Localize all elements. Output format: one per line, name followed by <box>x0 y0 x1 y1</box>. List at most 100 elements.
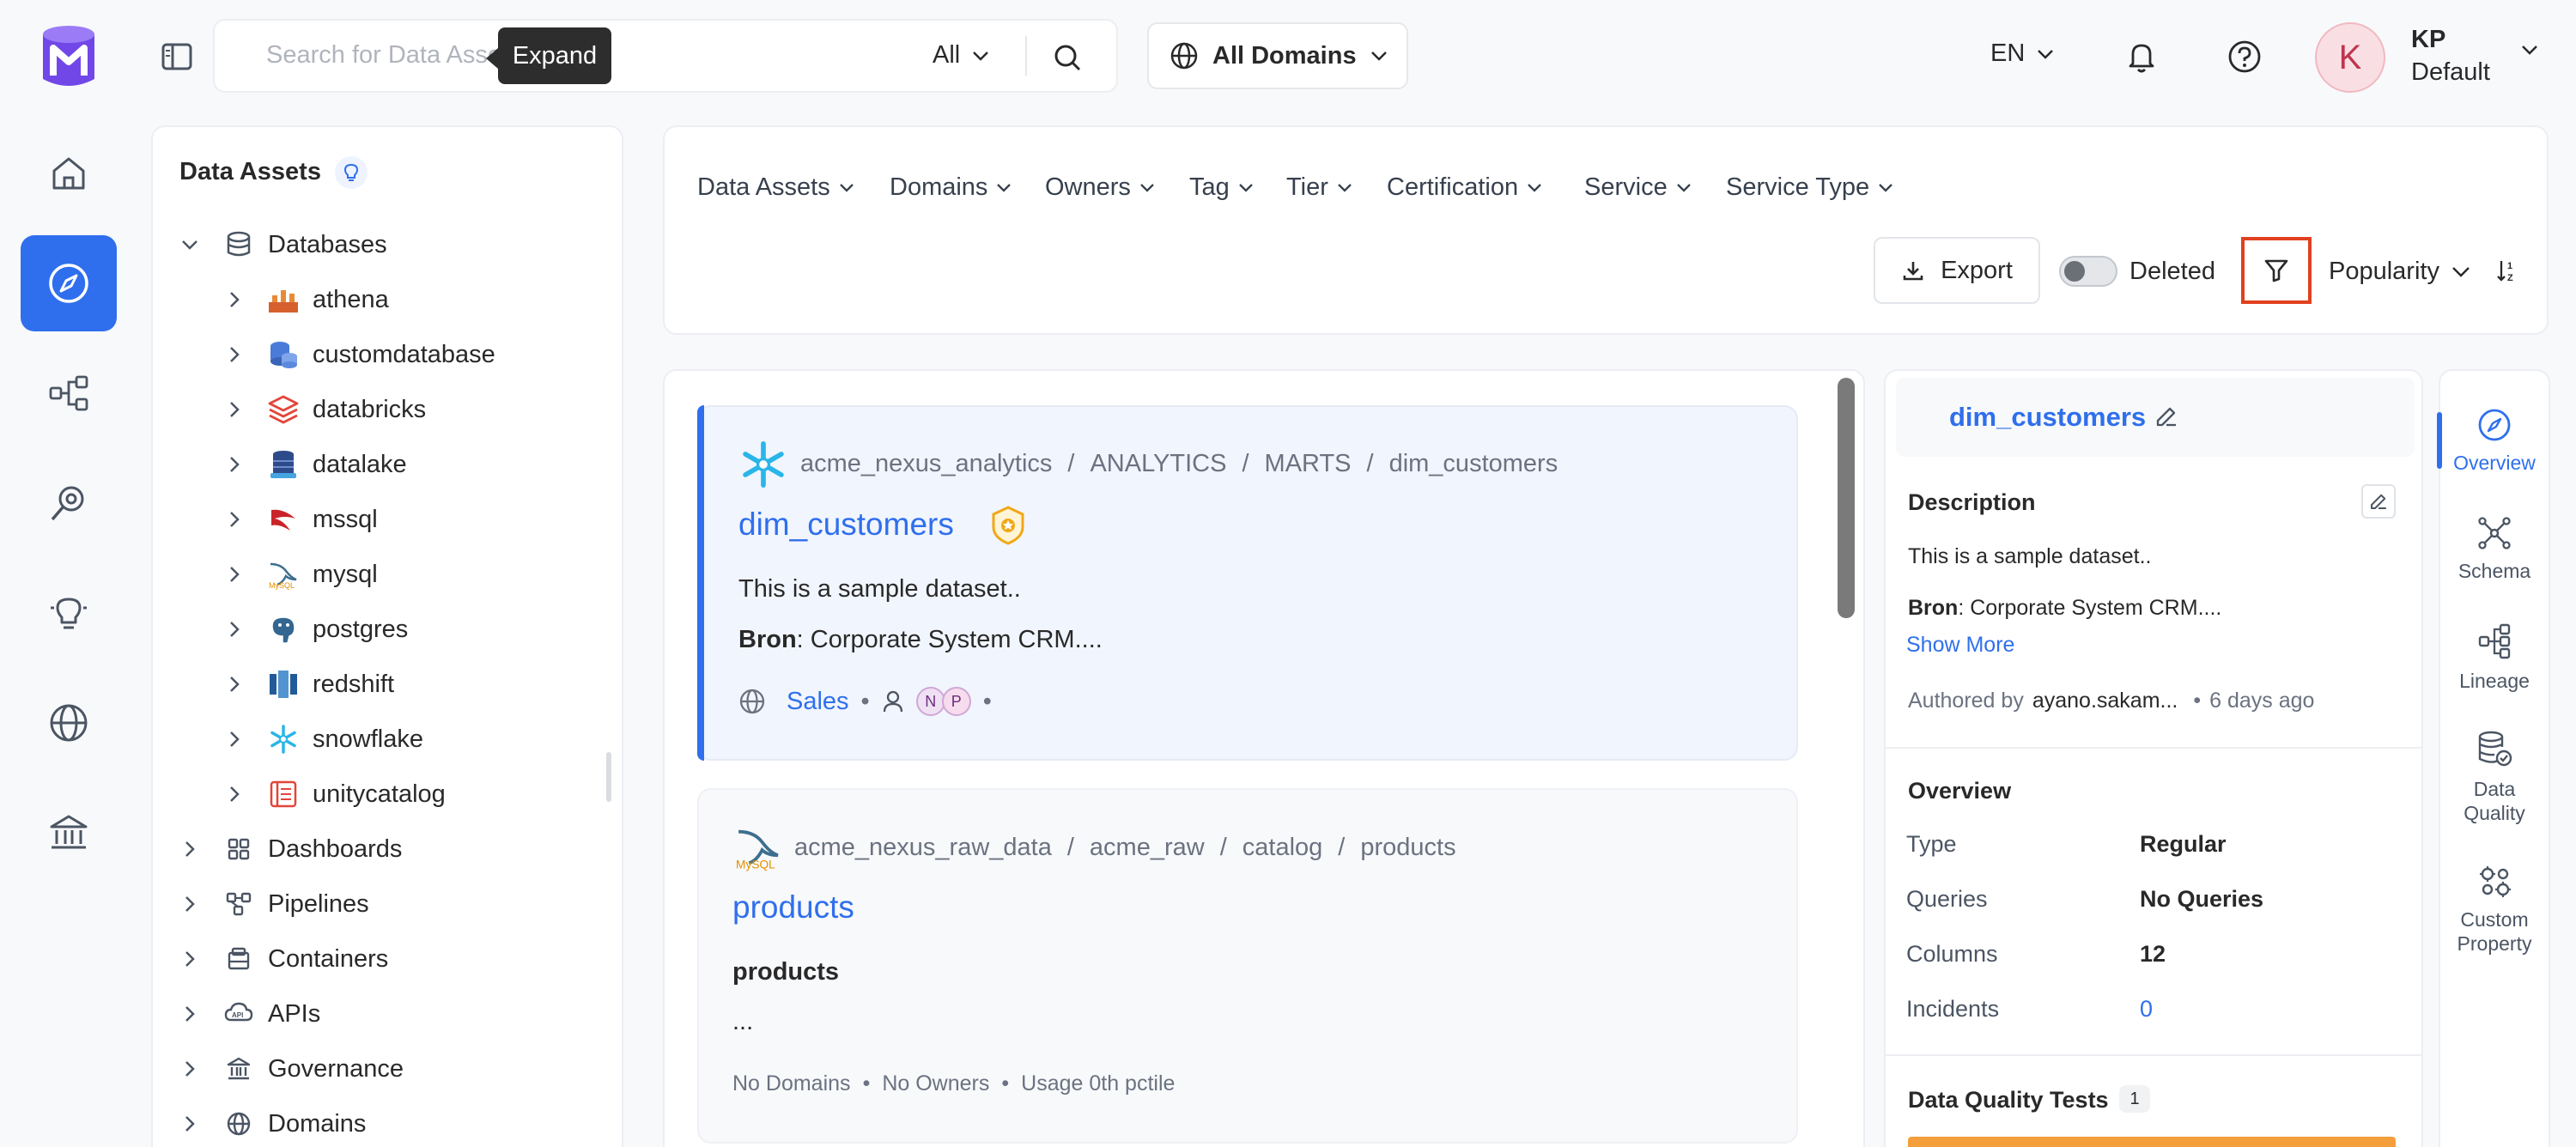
search-icon[interactable] <box>1049 39 1085 76</box>
sort-dropdown[interactable]: Popularity <box>2329 258 2470 286</box>
chevron-right-icon[interactable] <box>222 621 247 638</box>
filter-icon[interactable] <box>2241 237 2312 304</box>
chevron-right-icon[interactable] <box>222 291 247 308</box>
incidents-link[interactable]: 0 <box>2140 996 2153 1023</box>
summary-title-link[interactable]: dim_customers <box>1949 402 2146 433</box>
tree-item-label: Databases <box>268 230 387 258</box>
search-input[interactable]: Search for Data Assets <box>266 41 521 70</box>
domains-icon[interactable] <box>21 675 117 771</box>
entity-title-link[interactable]: dim_customers <box>738 507 954 543</box>
filter-service[interactable]: Service <box>1584 173 1692 202</box>
entity-title-link[interactable]: products <box>732 889 854 925</box>
breadcrumb-separator: / <box>1067 450 1075 477</box>
language-selector[interactable]: EN <box>1990 39 2054 68</box>
breadcrumb-item[interactable]: products <box>1360 834 1455 862</box>
bell-icon[interactable] <box>2123 38 2160 76</box>
tree-item-domains[interactable]: Domains <box>177 1100 366 1147</box>
tree-item-postgres[interactable]: postgres <box>222 605 408 653</box>
tree-item-snowflake[interactable]: snowflake <box>222 715 423 763</box>
chevron-right-icon[interactable] <box>222 676 247 693</box>
filter-certification[interactable]: Certification <box>1387 173 1542 202</box>
lineage-icon[interactable] <box>21 345 117 441</box>
sidebar-toggle-icon[interactable] <box>160 39 194 74</box>
tab-schema[interactable]: Schema <box>2439 515 2550 584</box>
domain-link[interactable]: Sales <box>787 688 849 716</box>
filter-label: Tier <box>1286 173 1328 201</box>
chevron-right-icon[interactable] <box>222 786 247 803</box>
tab-custom-property[interactable]: Custom Property <box>2439 862 2550 956</box>
filter-tag[interactable]: Tag <box>1189 173 1254 202</box>
chevron-right-icon[interactable] <box>222 456 247 473</box>
tree-item-redshift[interactable]: redshift <box>222 660 394 708</box>
chevron-right-icon[interactable] <box>222 566 247 583</box>
chevron-right-icon[interactable] <box>222 346 247 363</box>
avatar[interactable]: K <box>2315 22 2385 93</box>
governance-icon[interactable] <box>21 785 117 881</box>
chevron-right-icon[interactable] <box>177 950 203 968</box>
show-more-link[interactable]: Show More <box>1906 633 2014 658</box>
filter-data-assets[interactable]: Data Assets <box>697 173 854 202</box>
tree-item-databases[interactable]: Databases <box>177 221 387 269</box>
tab-label: Schema <box>2458 560 2531 582</box>
chevron-right-icon[interactable] <box>222 401 247 418</box>
tree-item-containers[interactable]: Containers <box>177 935 388 983</box>
insights-icon[interactable] <box>21 565 117 661</box>
tree-item-datalake[interactable]: datalake <box>222 440 407 489</box>
tab-overview[interactable]: Overview <box>2439 407 2550 476</box>
tab-data-quality[interactable]: Data Quality <box>2439 730 2550 825</box>
tree-item-customdatabase[interactable]: customdatabase <box>222 331 495 379</box>
filter-tier[interactable]: Tier <box>1286 173 1352 202</box>
help-icon[interactable] <box>2226 38 2263 76</box>
filter-service-type[interactable]: Service Type <box>1726 173 1893 202</box>
tab-lineage[interactable]: Lineage <box>2439 622 2550 694</box>
chevron-right-icon[interactable] <box>222 511 247 528</box>
chevron-right-icon[interactable] <box>177 1115 203 1132</box>
tree-item-mssql[interactable]: mssql <box>222 495 378 543</box>
chevron-right-icon[interactable] <box>177 1005 203 1023</box>
results-scrollbar[interactable] <box>1838 378 1855 618</box>
chevron-down-icon[interactable] <box>2521 45 2538 55</box>
breadcrumb-item[interactable]: MARTS <box>1265 450 1352 478</box>
tree-item-unitycatalog[interactable]: unitycatalog <box>222 770 446 818</box>
edit-icon[interactable] <box>2154 404 2179 429</box>
tree-item-label: mssql <box>313 505 378 533</box>
app-logo[interactable] <box>38 22 100 91</box>
edit-description-icon[interactable] <box>2361 484 2396 519</box>
svg-text:MySQL: MySQL <box>269 581 295 590</box>
tree-scrollbar[interactable] <box>606 752 611 802</box>
chevron-right-icon[interactable] <box>177 841 203 858</box>
tree-item-apis[interactable]: API APIs <box>177 990 320 1038</box>
owner-avatar[interactable]: P <box>941 687 971 716</box>
export-button[interactable]: Export <box>1874 237 2040 304</box>
breadcrumb-item[interactable]: acme_nexus_analytics <box>800 450 1052 478</box>
tree-item-pipelines[interactable]: Pipelines <box>177 880 369 928</box>
observability-icon[interactable] <box>21 455 117 551</box>
chevron-down-icon[interactable] <box>177 240 203 250</box>
breadcrumb-item[interactable]: acme_nexus_raw_data <box>794 834 1052 862</box>
chevron-right-icon[interactable] <box>177 895 203 913</box>
home-icon[interactable] <box>21 125 117 222</box>
author-name[interactable]: ayano.sakam... <box>2032 689 2178 713</box>
breadcrumb-item[interactable]: dim_customers <box>1389 450 1558 478</box>
tree-item-mysql[interactable]: MySQL mysql <box>222 550 378 598</box>
lightbulb-icon[interactable] <box>335 156 368 189</box>
language-label: EN <box>1990 39 2026 67</box>
tree-item-dashboards[interactable]: Dashboards <box>177 825 402 873</box>
tree-item-databricks[interactable]: databricks <box>222 385 426 434</box>
domain-selector[interactable]: All Domains <box>1147 22 1408 89</box>
breadcrumb-item[interactable]: ANALYTICS <box>1090 450 1226 478</box>
search-scope-dropdown[interactable]: All <box>933 41 989 70</box>
filter-owners[interactable]: Owners <box>1045 173 1155 202</box>
chevron-right-icon[interactable] <box>222 731 247 748</box>
sort-order-icon[interactable]: 1Z <box>2495 258 2518 283</box>
tree-item-athena[interactable]: athena <box>222 276 389 324</box>
breadcrumb-item[interactable]: catalog <box>1242 834 1323 862</box>
chevron-right-icon[interactable] <box>177 1060 203 1077</box>
explore-icon[interactable] <box>21 235 117 331</box>
tree-item-governance[interactable]: Governance <box>177 1045 404 1093</box>
deleted-toggle[interactable] <box>2059 256 2117 287</box>
breadcrumb-item[interactable]: acme_raw <box>1090 834 1205 862</box>
owner-avatar[interactable]: N <box>915 687 945 716</box>
filter-domains[interactable]: Domains <box>890 173 1012 202</box>
svg-text:MySQL: MySQL <box>736 858 775 871</box>
